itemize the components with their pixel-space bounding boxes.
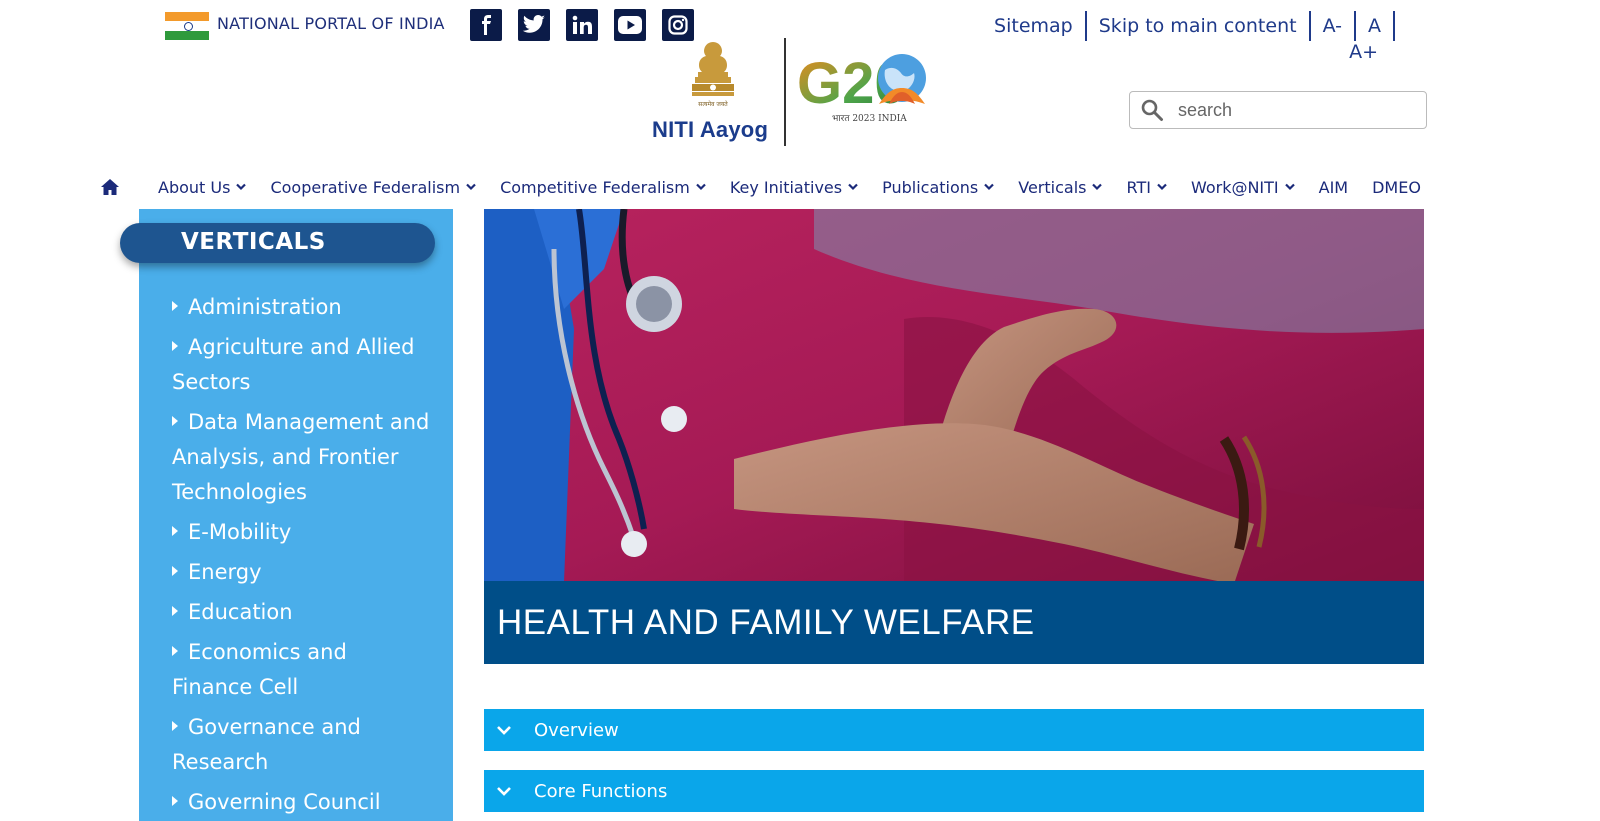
sidebar-item-energy[interactable]: Energy bbox=[172, 555, 432, 590]
chevron-down-icon bbox=[984, 183, 995, 191]
sidebar-title-pill: VERTICALS bbox=[120, 223, 435, 263]
logo-divider bbox=[784, 38, 786, 146]
linkedin-icon[interactable] bbox=[566, 9, 598, 41]
sidebar-item-agriculture[interactable]: Agriculture and Allied Sectors bbox=[172, 330, 432, 400]
nav-about-us[interactable]: About Us bbox=[158, 178, 247, 197]
nav-aim[interactable]: AIM bbox=[1319, 178, 1348, 197]
verticals-list: Administration Agriculture and Allied Se… bbox=[172, 290, 432, 821]
twitter-icon[interactable] bbox=[518, 9, 550, 41]
chevron-down-icon bbox=[848, 183, 858, 191]
national-portal-link[interactable]: NATIONAL PORTAL OF INDIA bbox=[217, 14, 445, 33]
home-icon[interactable] bbox=[100, 178, 120, 196]
nav-verticals[interactable]: Verticals bbox=[1018, 178, 1103, 197]
chevron-down-icon bbox=[497, 787, 511, 796]
search-icon[interactable] bbox=[1140, 98, 1164, 122]
national-emblem-icon: सत्यमेव जयते bbox=[692, 42, 734, 108]
font-normal-link[interactable]: A bbox=[1356, 11, 1395, 41]
facebook-icon[interactable] bbox=[470, 9, 502, 41]
g20-subtitle: भारत 2023 INDIA bbox=[832, 114, 907, 124]
caret-right-icon bbox=[172, 721, 178, 731]
search-input[interactable] bbox=[1178, 99, 1398, 121]
chevron-down-icon bbox=[497, 726, 511, 735]
utility-links: Sitemap Skip to main content A- A bbox=[994, 11, 1395, 41]
sidebar-title: VERTICALS bbox=[181, 229, 326, 255]
chevron-down-icon bbox=[1157, 183, 1167, 191]
india-flag-icon bbox=[165, 12, 209, 40]
nav-competitive-federalism[interactable]: Competitive Federalism bbox=[500, 178, 706, 197]
chevron-down-icon bbox=[466, 183, 476, 191]
sidebar-item-administration[interactable]: Administration bbox=[172, 290, 432, 325]
sidebar-item-education[interactable]: Education bbox=[172, 595, 432, 630]
caret-right-icon bbox=[172, 646, 178, 656]
sidebar-item-data-management[interactable]: Data Management and Analysis, and Fronti… bbox=[172, 405, 432, 510]
main-nav: About Us Cooperative Federalism Competit… bbox=[100, 172, 1445, 202]
sidebar-item-economics-finance[interactable]: Economics and Finance Cell bbox=[172, 635, 432, 705]
caret-right-icon bbox=[172, 416, 178, 426]
font-decrease-link[interactable]: A- bbox=[1311, 11, 1356, 41]
niti-aayog-logo-text[interactable]: NITI Aayog bbox=[652, 117, 768, 143]
hero-image bbox=[484, 209, 1424, 582]
accordion-core-functions[interactable]: Core Functions bbox=[484, 770, 1424, 812]
nav-key-initiatives[interactable]: Key Initiatives bbox=[730, 178, 858, 197]
caret-right-icon bbox=[172, 301, 178, 311]
emblem-motto: सत्यमेव जयते bbox=[698, 100, 728, 108]
font-increase-link[interactable]: A+ bbox=[1349, 41, 1378, 63]
accordion-overview[interactable]: Overview bbox=[484, 709, 1424, 751]
search-box bbox=[1129, 91, 1427, 129]
social-links bbox=[470, 9, 694, 41]
caret-right-icon bbox=[172, 566, 178, 576]
caret-right-icon bbox=[172, 796, 178, 806]
chevron-down-icon bbox=[696, 183, 706, 191]
instagram-icon[interactable] bbox=[662, 9, 694, 41]
chevron-down-icon bbox=[236, 183, 247, 191]
nav-cooperative-federalism[interactable]: Cooperative Federalism bbox=[270, 178, 476, 197]
sidebar-item-governance-research[interactable]: Governance and Research bbox=[172, 710, 432, 780]
nav-publications[interactable]: Publications bbox=[882, 178, 995, 197]
caret-right-icon bbox=[172, 526, 178, 536]
youtube-icon[interactable] bbox=[614, 9, 646, 41]
accordion-label: Core Functions bbox=[534, 780, 668, 802]
nav-work-at-niti[interactable]: Work@NITI bbox=[1191, 178, 1295, 197]
sidebar-item-governing-council[interactable]: Governing Council bbox=[172, 785, 432, 820]
chevron-down-icon bbox=[1092, 183, 1103, 191]
nav-dmeo[interactable]: DMEO bbox=[1372, 178, 1421, 197]
caret-right-icon bbox=[172, 341, 178, 351]
caret-right-icon bbox=[172, 606, 178, 616]
skip-to-content-link[interactable]: Skip to main content bbox=[1087, 11, 1311, 41]
accordion-label: Overview bbox=[534, 719, 619, 741]
chevron-down-icon bbox=[1284, 183, 1295, 191]
page-title-band: HEALTH AND FAMILY WELFARE bbox=[484, 581, 1424, 664]
sitemap-link[interactable]: Sitemap bbox=[994, 11, 1087, 41]
page-title: HEALTH AND FAMILY WELFARE bbox=[497, 603, 1035, 642]
nav-rti[interactable]: RTI bbox=[1126, 178, 1167, 197]
sidebar-item-e-mobility[interactable]: E-Mobility bbox=[172, 515, 432, 550]
